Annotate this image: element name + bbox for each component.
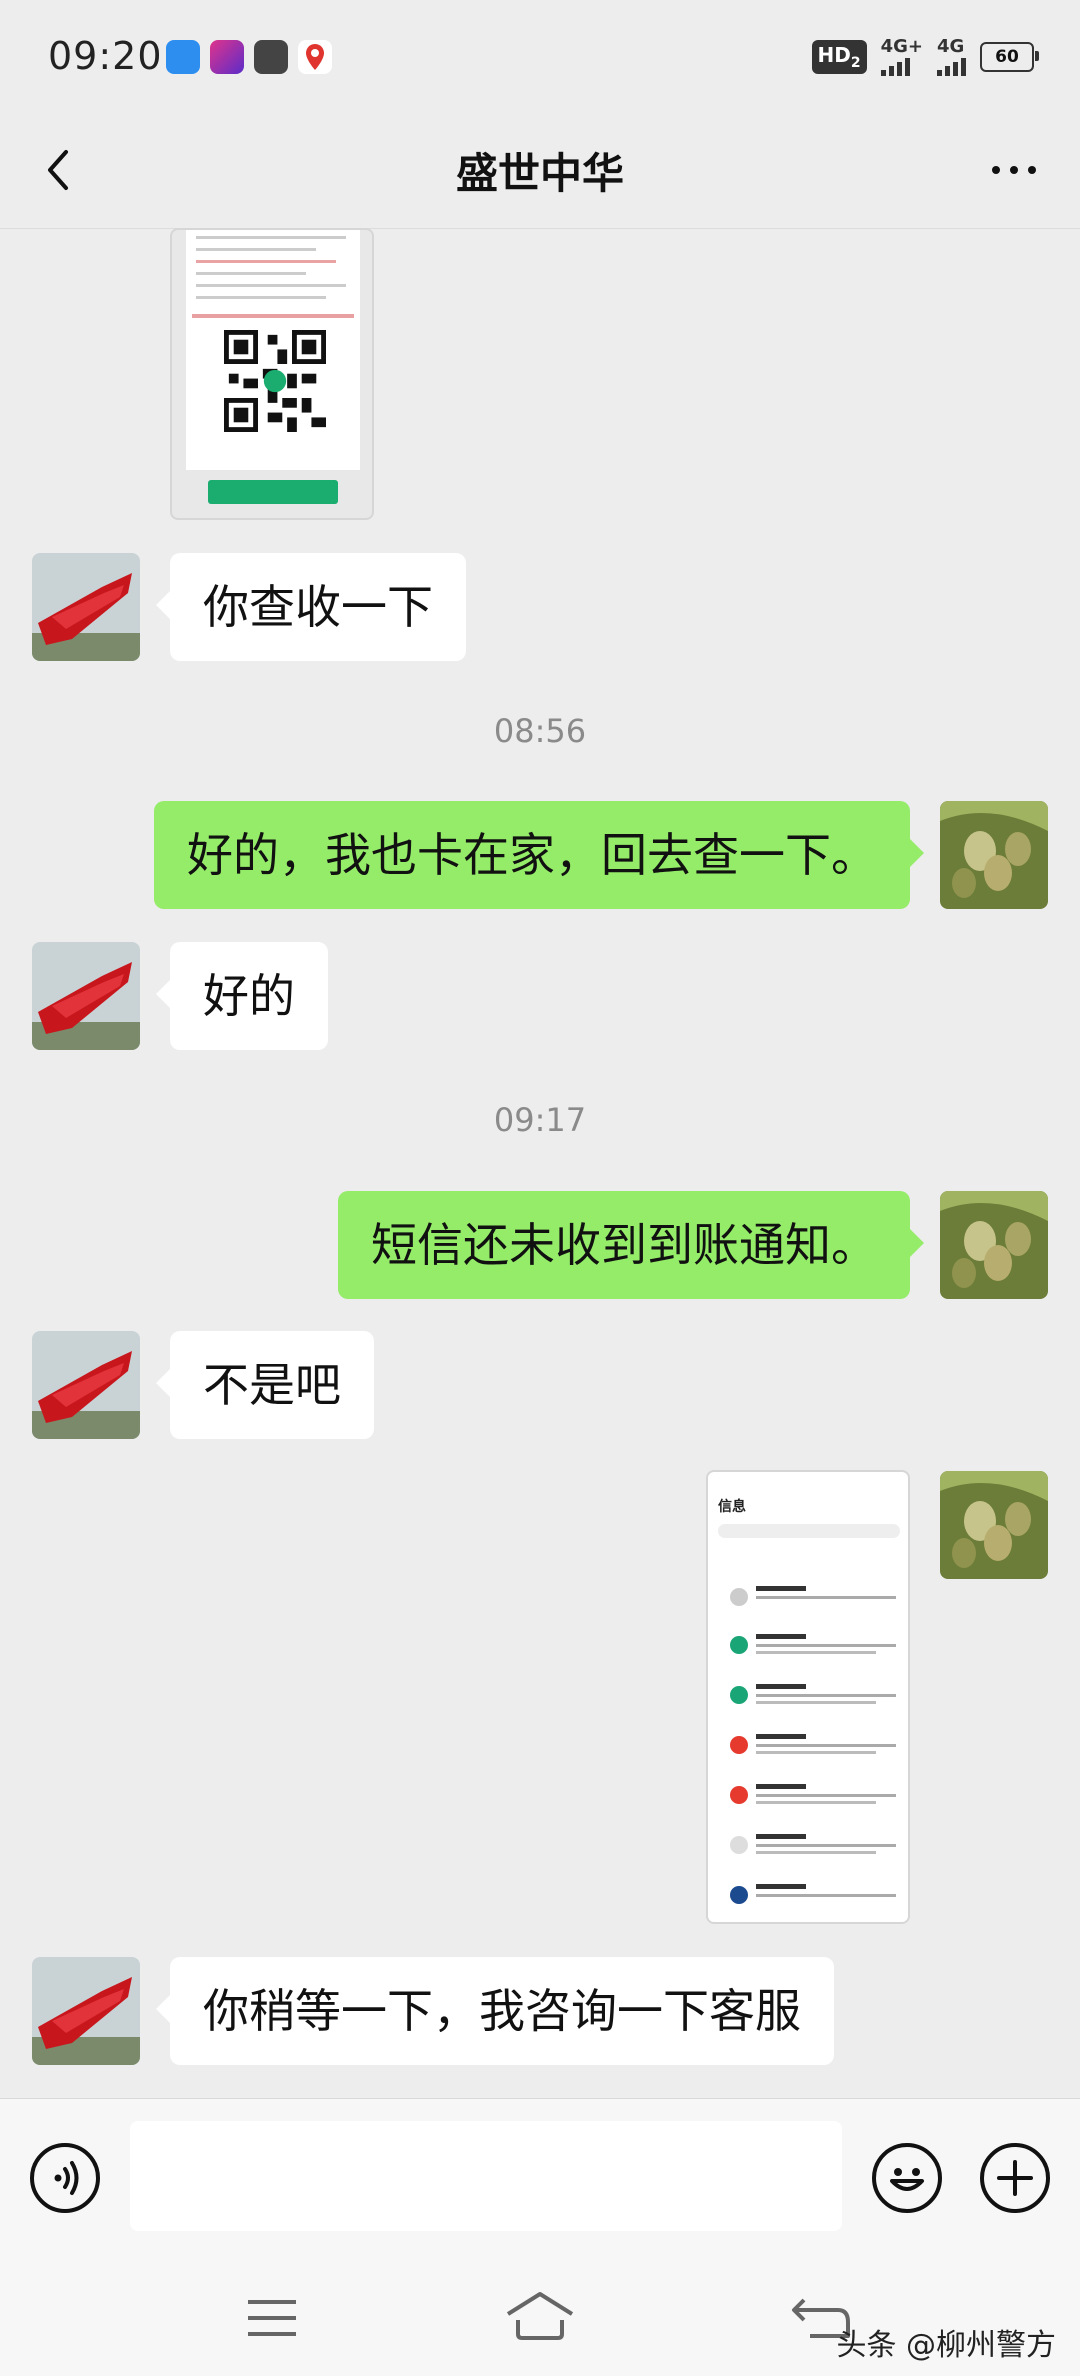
- contact-avatar[interactable]: [32, 1331, 140, 1439]
- status-time: 09:20: [48, 34, 163, 78]
- my-avatar[interactable]: [940, 1191, 1048, 1299]
- video-app-icon: [210, 40, 244, 74]
- contact-avatar[interactable]: [32, 1957, 140, 2065]
- home-icon[interactable]: [504, 2288, 576, 2348]
- location-app-icon: [298, 40, 332, 74]
- system-navigation-bar: 头条 @柳州警方: [0, 2256, 1080, 2376]
- image-message-sms-screenshot[interactable]: 信息: [706, 1470, 910, 1924]
- sms-row: [716, 1630, 904, 1670]
- timestamp: 09:17: [493, 1101, 587, 1139]
- my-avatar[interactable]: [940, 1471, 1048, 1579]
- status-indicators: HD2 4G+ 4G 60: [811, 38, 1039, 76]
- input-bar: [0, 2098, 1080, 2257]
- watermark: 头条 @柳州警方: [836, 2328, 1056, 2363]
- sms-row: [716, 1830, 904, 1870]
- qr-code-icon: [224, 330, 326, 432]
- signal-sim2-icon: 4G: [937, 38, 966, 76]
- battery-icon: 60: [980, 42, 1039, 72]
- receipt-button: [208, 480, 338, 504]
- chat-title: 盛世中华: [455, 149, 624, 198]
- sms-screenshot-title: 信息: [718, 1499, 746, 1515]
- message-app-icon: [254, 40, 288, 74]
- sms-row: [716, 1780, 904, 1820]
- status-bar: 09:20 HD2 4G+ 4G 60: [0, 0, 1080, 112]
- receipt-paper: [186, 230, 360, 470]
- plus-icon[interactable]: [980, 2143, 1050, 2213]
- contact-avatar[interactable]: [32, 942, 140, 1050]
- menu-icon[interactable]: [244, 2296, 300, 2344]
- voice-icon[interactable]: [30, 2143, 100, 2213]
- sms-search-bar: [718, 1524, 900, 1538]
- message-bubble-incoming[interactable]: 不是吧: [156, 1331, 374, 1439]
- timestamp: 08:56: [493, 712, 587, 750]
- message-bubble-incoming[interactable]: 你稍等一下，我咨询一下客服: [156, 1957, 834, 2065]
- chat-header: 盛世中华: [0, 112, 1080, 229]
- hd-badge: HD2: [811, 40, 867, 74]
- wifi-app-icon: [166, 40, 200, 74]
- emoji-icon[interactable]: [872, 2143, 942, 2213]
- sms-row: [716, 1880, 904, 1920]
- message-bubble-incoming[interactable]: 你查收一下: [156, 553, 466, 661]
- my-avatar[interactable]: [940, 801, 1048, 909]
- message-input[interactable]: [130, 2121, 842, 2231]
- message-bubble-outgoing[interactable]: 短信还未收到到账通知。: [338, 1191, 924, 1299]
- image-message-qr-receipt[interactable]: [170, 228, 374, 520]
- message-bubble-incoming[interactable]: 好的: [156, 942, 328, 1050]
- more-options-icon[interactable]: [984, 142, 1044, 198]
- sms-row: [716, 1680, 904, 1720]
- signal-sim1-icon: 4G+: [880, 38, 923, 76]
- sms-row: [716, 1582, 904, 1622]
- message-bubble-outgoing[interactable]: 好的，我也卡在家，回去查一下。: [154, 801, 924, 909]
- contact-avatar[interactable]: [32, 553, 140, 661]
- sms-row: [716, 1730, 904, 1770]
